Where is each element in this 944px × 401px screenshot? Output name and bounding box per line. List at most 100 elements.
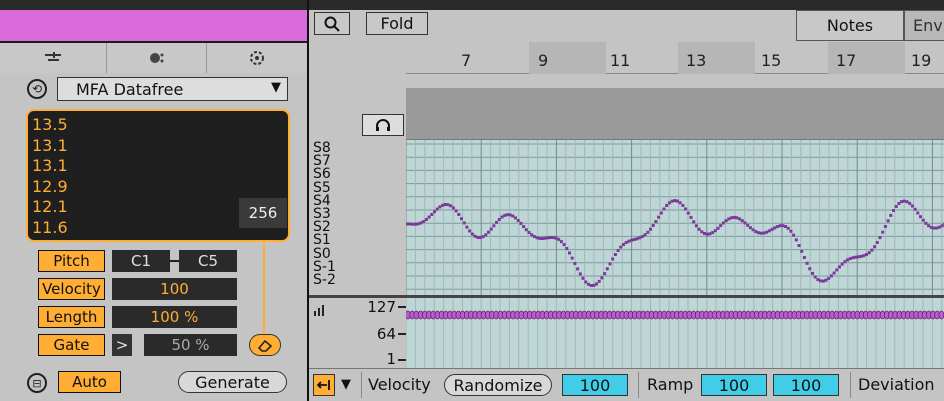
midi-note[interactable] <box>449 204 453 208</box>
midi-note[interactable] <box>797 244 801 247</box>
midi-note[interactable] <box>443 203 447 206</box>
midi-note[interactable] <box>848 257 852 261</box>
midi-note[interactable] <box>781 224 785 228</box>
midi-note[interactable] <box>419 221 423 225</box>
midi-note[interactable] <box>649 227 652 231</box>
midi-note[interactable] <box>746 223 750 227</box>
midi-note[interactable] <box>487 230 490 234</box>
midi-note[interactable] <box>802 256 806 259</box>
midi-note[interactable] <box>468 229 472 233</box>
pitch-high-field[interactable]: C5 <box>179 250 237 272</box>
midi-note[interactable] <box>811 271 814 275</box>
midi-note[interactable] <box>654 220 658 223</box>
midi-note[interactable] <box>681 204 685 207</box>
velocity-button[interactable]: Velocity <box>38 278 105 300</box>
eraser-button[interactable] <box>249 334 281 356</box>
midi-note[interactable] <box>703 232 706 235</box>
values-textarea[interactable]: 13.5 13.1 13.1 12.9 12.1 11.6 256 <box>26 109 290 242</box>
midi-note[interactable] <box>603 272 607 276</box>
tab-bars[interactable] <box>0 43 107 73</box>
midi-note[interactable] <box>524 228 528 232</box>
midi-note[interactable] <box>511 214 515 218</box>
midi-note[interactable] <box>713 229 717 233</box>
midi-note[interactable] <box>870 248 874 252</box>
midi-note[interactable] <box>667 201 671 205</box>
midi-note[interactable] <box>881 230 885 234</box>
midi-note[interactable] <box>414 222 418 226</box>
midi-note[interactable] <box>883 225 887 228</box>
midi-note[interactable] <box>805 261 809 265</box>
velocity-value-field[interactable]: 100 <box>562 374 628 396</box>
velocity-field[interactable]: 100 <box>112 278 237 300</box>
midi-note[interactable] <box>454 209 458 213</box>
midi-note[interactable] <box>424 218 428 221</box>
midi-note[interactable] <box>910 204 914 208</box>
midi-note[interactable] <box>578 272 582 276</box>
midi-note[interactable] <box>532 235 536 239</box>
velocity-marker[interactable] <box>938 310 944 320</box>
midi-note[interactable] <box>470 232 474 236</box>
midi-note[interactable] <box>573 262 577 265</box>
midi-note[interactable] <box>535 236 539 240</box>
midi-note[interactable] <box>905 200 909 204</box>
tab-envelopes[interactable]: Env <box>904 10 944 41</box>
midi-note[interactable] <box>800 249 804 253</box>
midi-note[interactable] <box>570 256 574 260</box>
midi-note[interactable] <box>541 237 544 240</box>
midi-note[interactable] <box>708 232 712 236</box>
midi-note[interactable] <box>500 215 504 219</box>
midi-note[interactable] <box>730 216 733 220</box>
midi-note[interactable] <box>773 226 777 230</box>
midi-note[interactable] <box>462 221 466 225</box>
midi-note[interactable] <box>489 227 493 231</box>
midi-note[interactable] <box>846 258 850 262</box>
midi-note[interactable] <box>481 235 485 239</box>
midi-note[interactable] <box>865 253 868 256</box>
pitch-button[interactable]: Pitch <box>38 250 105 272</box>
loop-icon[interactable]: ⊟ <box>27 373 47 393</box>
midi-note[interactable] <box>778 224 782 228</box>
midi-note[interactable] <box>770 227 774 231</box>
midi-note[interactable] <box>411 222 415 226</box>
midi-note[interactable] <box>651 224 655 227</box>
midi-note[interactable] <box>916 211 920 215</box>
midi-note[interactable] <box>619 245 623 249</box>
midi-note[interactable] <box>835 268 839 272</box>
midi-note[interactable] <box>716 226 720 230</box>
preview-button[interactable] <box>362 114 404 136</box>
midi-note[interactable] <box>886 219 890 223</box>
midi-note[interactable] <box>516 219 520 222</box>
length-field[interactable]: 100 % <box>112 306 237 328</box>
midi-note[interactable] <box>438 205 442 209</box>
midi-note[interactable] <box>549 236 553 239</box>
midi-note[interactable] <box>719 224 723 228</box>
midi-note[interactable] <box>427 215 431 219</box>
midi-note[interactable] <box>503 213 507 217</box>
midi-note[interactable] <box>856 255 860 259</box>
midi-note[interactable] <box>446 203 450 207</box>
midi-note[interactable] <box>627 239 631 243</box>
draw-mode-button[interactable] <box>313 374 335 396</box>
midi-note[interactable] <box>875 241 879 244</box>
midi-note[interactable] <box>630 238 634 242</box>
midi-note[interactable] <box>721 221 725 225</box>
midi-note[interactable] <box>662 207 666 211</box>
midi-note[interactable] <box>765 230 769 234</box>
midi-note[interactable] <box>878 236 882 240</box>
midi-note[interactable] <box>635 237 639 241</box>
midi-note[interactable] <box>762 231 766 235</box>
midi-note[interactable] <box>611 257 615 261</box>
ramp-to-field[interactable]: 100 <box>773 374 839 396</box>
midi-note[interactable] <box>514 216 517 220</box>
length-button[interactable]: Length <box>38 306 105 328</box>
midi-note[interactable] <box>732 215 736 219</box>
midi-note[interactable] <box>757 231 760 235</box>
midi-note[interactable] <box>568 251 571 255</box>
midi-note[interactable] <box>859 254 863 258</box>
midi-note[interactable] <box>711 231 715 235</box>
midi-note[interactable] <box>592 283 596 287</box>
midi-note[interactable] <box>784 225 787 228</box>
midi-note[interactable] <box>940 224 944 228</box>
midi-note[interactable] <box>484 233 488 237</box>
midi-note[interactable] <box>551 236 555 240</box>
